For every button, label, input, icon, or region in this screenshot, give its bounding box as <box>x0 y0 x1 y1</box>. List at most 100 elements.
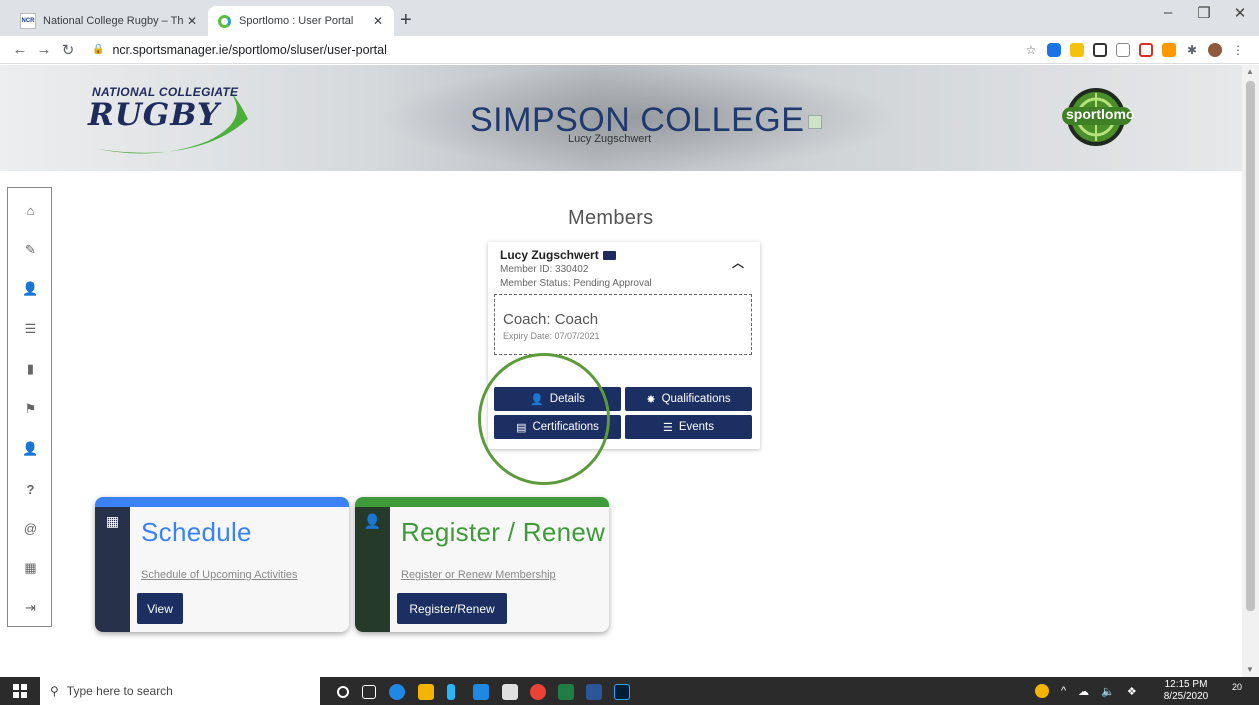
task-view-icon[interactable] <box>362 685 376 699</box>
page-scrollbar[interactable]: ▲ ▼ <box>1242 65 1259 677</box>
bookmark-star-icon[interactable]: ☆ <box>1024 43 1038 57</box>
excel-icon[interactable] <box>558 684 574 700</box>
cortana-icon[interactable] <box>337 686 349 698</box>
email-icon: @ <box>23 520 38 536</box>
banner-user-name: Lucy Zugschwert <box>568 133 652 145</box>
extension-icon[interactable] <box>1093 43 1107 57</box>
view-button[interactable]: View <box>137 593 183 624</box>
notifications-icon[interactable]: 20 <box>1222 682 1242 700</box>
member-status: Member Status: Pending Approval <box>500 278 652 289</box>
sportlomo-favicon-icon <box>216 13 232 29</box>
sidebar: ⌂ ✎ 👤 ☰ ▮ ⚑ 👤 ? @ ▦ ⇥ <box>7 187 52 627</box>
extension-icon[interactable] <box>1162 43 1176 57</box>
role-box: Coach: Coach Expiry Date: 07/07/2021 <box>494 294 752 355</box>
file-explorer-icon[interactable] <box>418 684 434 700</box>
volume-icon[interactable]: 🔈 <box>1101 685 1115 698</box>
puzzle-icon[interactable]: ✱ <box>1185 43 1199 57</box>
qualifications-button[interactable]: ✸ Qualifications <box>625 387 752 411</box>
tab-title: Sportlomo : User Portal <box>239 15 354 27</box>
logout-icon: ⇥ <box>25 600 36 615</box>
sidebar-item-profile[interactable]: 👤 <box>8 277 53 301</box>
page-banner: NATIONAL COLLEGIATE RUGBY SIMPSON COLLEG… <box>0 65 1242 171</box>
address-bar[interactable]: 🔒 ncr.sportsmanager.ie/sportlomo/sluser/… <box>92 43 387 57</box>
edge-icon[interactable] <box>389 684 405 700</box>
windows-start-button[interactable] <box>0 677 40 705</box>
expiry-date: Expiry Date: 07/07/2021 <box>503 331 600 341</box>
tab-title: National College Rugby – The H <box>43 15 184 27</box>
menu-dots-icon[interactable]: ⋮ <box>1231 43 1245 57</box>
annotation-circle <box>478 353 610 485</box>
sidebar-item-logout[interactable]: ⇥ <box>8 596 53 620</box>
sidebar-item-user[interactable]: 👤 <box>8 437 53 461</box>
user-icon: 👤 <box>22 441 39 456</box>
word-icon[interactable] <box>586 684 602 700</box>
list-icon: ☰ <box>662 421 673 434</box>
tab-national-college-rugby[interactable]: NCR National College Rugby – The H ✕ <box>12 6 208 36</box>
close-tab-icon[interactable]: ✕ <box>370 14 386 28</box>
sidebar-item-home[interactable]: ⌂ <box>8 198 53 222</box>
sidebar-item-building[interactable]: ▦ <box>8 556 53 580</box>
store-icon[interactable] <box>502 684 518 700</box>
lock-icon: 🔒 <box>92 44 105 55</box>
extension-icon[interactable] <box>1047 43 1061 57</box>
user-icon: 👤 <box>22 281 39 296</box>
role-text: Coach: Coach <box>503 311 599 328</box>
extension-icon[interactable] <box>1139 43 1153 57</box>
minimize-icon[interactable]: – <box>1150 4 1186 21</box>
sidebar-item-edit[interactable]: ✎ <box>8 238 53 262</box>
extension-icon[interactable] <box>1116 43 1130 57</box>
sidebar-item-clipboard[interactable]: ▮ <box>8 357 53 381</box>
extension-icon[interactable] <box>1070 43 1084 57</box>
scroll-up-icon[interactable]: ▲ <box>1246 67 1254 76</box>
browser-tab-bar: NCR National College Rugby – The H ✕ Spo… <box>0 0 1259 36</box>
app-icon[interactable] <box>447 684 455 700</box>
system-tray: ^ ☁ 🔈 ❖ <box>1035 677 1137 705</box>
sportlomo-logo[interactable]: sportlomo <box>1062 83 1140 153</box>
mail-icon[interactable] <box>473 684 489 700</box>
edit-icon: ✎ <box>25 242 36 257</box>
maximize-icon[interactable]: ❐ <box>1186 4 1222 22</box>
close-window-icon[interactable]: ✕ <box>1222 4 1258 22</box>
reload-icon[interactable]: ↻ <box>56 41 80 59</box>
chevron-up-icon[interactable]: ^ <box>1061 685 1066 697</box>
building-icon: ▦ <box>24 560 37 575</box>
scroll-down-icon[interactable]: ▼ <box>1246 665 1254 674</box>
dropbox-icon[interactable]: ❖ <box>1127 685 1137 698</box>
sidebar-item-list[interactable]: ☰ <box>8 317 53 341</box>
ncr-favicon-icon: NCR <box>20 13 36 29</box>
photoshop-icon[interactable] <box>614 684 630 700</box>
sidebar-item-help[interactable]: ? <box>8 477 53 501</box>
home-icon: ⌂ <box>26 202 35 218</box>
members-heading: Members <box>568 207 654 229</box>
broken-image-icon <box>808 115 823 130</box>
register-link[interactable]: Register or Renew Membership <box>401 569 556 581</box>
forward-icon[interactable]: → <box>32 41 56 58</box>
list-icon: ☰ <box>24 321 37 336</box>
ncr-logo[interactable]: NATIONAL COLLEGIATE RUGBY <box>88 79 258 157</box>
id-card-icon <box>602 251 616 261</box>
tab-sportlomo-user-portal[interactable]: Sportlomo : User Portal ✕ <box>208 6 394 36</box>
calendar-icon: ▦ <box>105 513 120 529</box>
user-edit-icon: 👤 <box>363 513 382 529</box>
member-id: Member ID: 330402 <box>500 264 589 275</box>
register-renew-button[interactable]: Register/Renew <box>397 593 507 624</box>
schedule-link[interactable]: Schedule of Upcoming Activities <box>141 569 298 581</box>
new-tab-button[interactable]: + <box>400 9 412 32</box>
back-icon[interactable]: ← <box>8 41 32 58</box>
taskbar-search-input[interactable]: ⚲ Type here to search <box>40 677 320 705</box>
taskbar-clock[interactable]: 12:15 PM 8/25/2020 <box>1160 679 1212 703</box>
scrollbar-thumb[interactable] <box>1246 81 1255 611</box>
badge-icon: ✸ <box>646 393 656 406</box>
sidebar-item-flag[interactable]: ⚑ <box>8 397 53 421</box>
close-tab-icon[interactable]: ✕ <box>184 14 200 28</box>
chevron-up-icon[interactable]: ︿ <box>732 254 744 271</box>
cloud-icon[interactable]: ☁ <box>1078 685 1089 698</box>
avatar[interactable] <box>1208 43 1222 57</box>
search-icon: ⚲ <box>50 684 59 698</box>
events-button[interactable]: ☰ Events <box>625 415 752 439</box>
help-icon: ? <box>26 481 35 497</box>
browser-toolbar: ← → ↻ 🔒 ncr.sportsmanager.ie/sportlomo/s… <box>0 36 1259 64</box>
sidebar-item-email[interactable]: @ <box>8 516 53 540</box>
chrome-icon[interactable] <box>530 684 546 700</box>
help-icon[interactable] <box>1035 684 1049 698</box>
